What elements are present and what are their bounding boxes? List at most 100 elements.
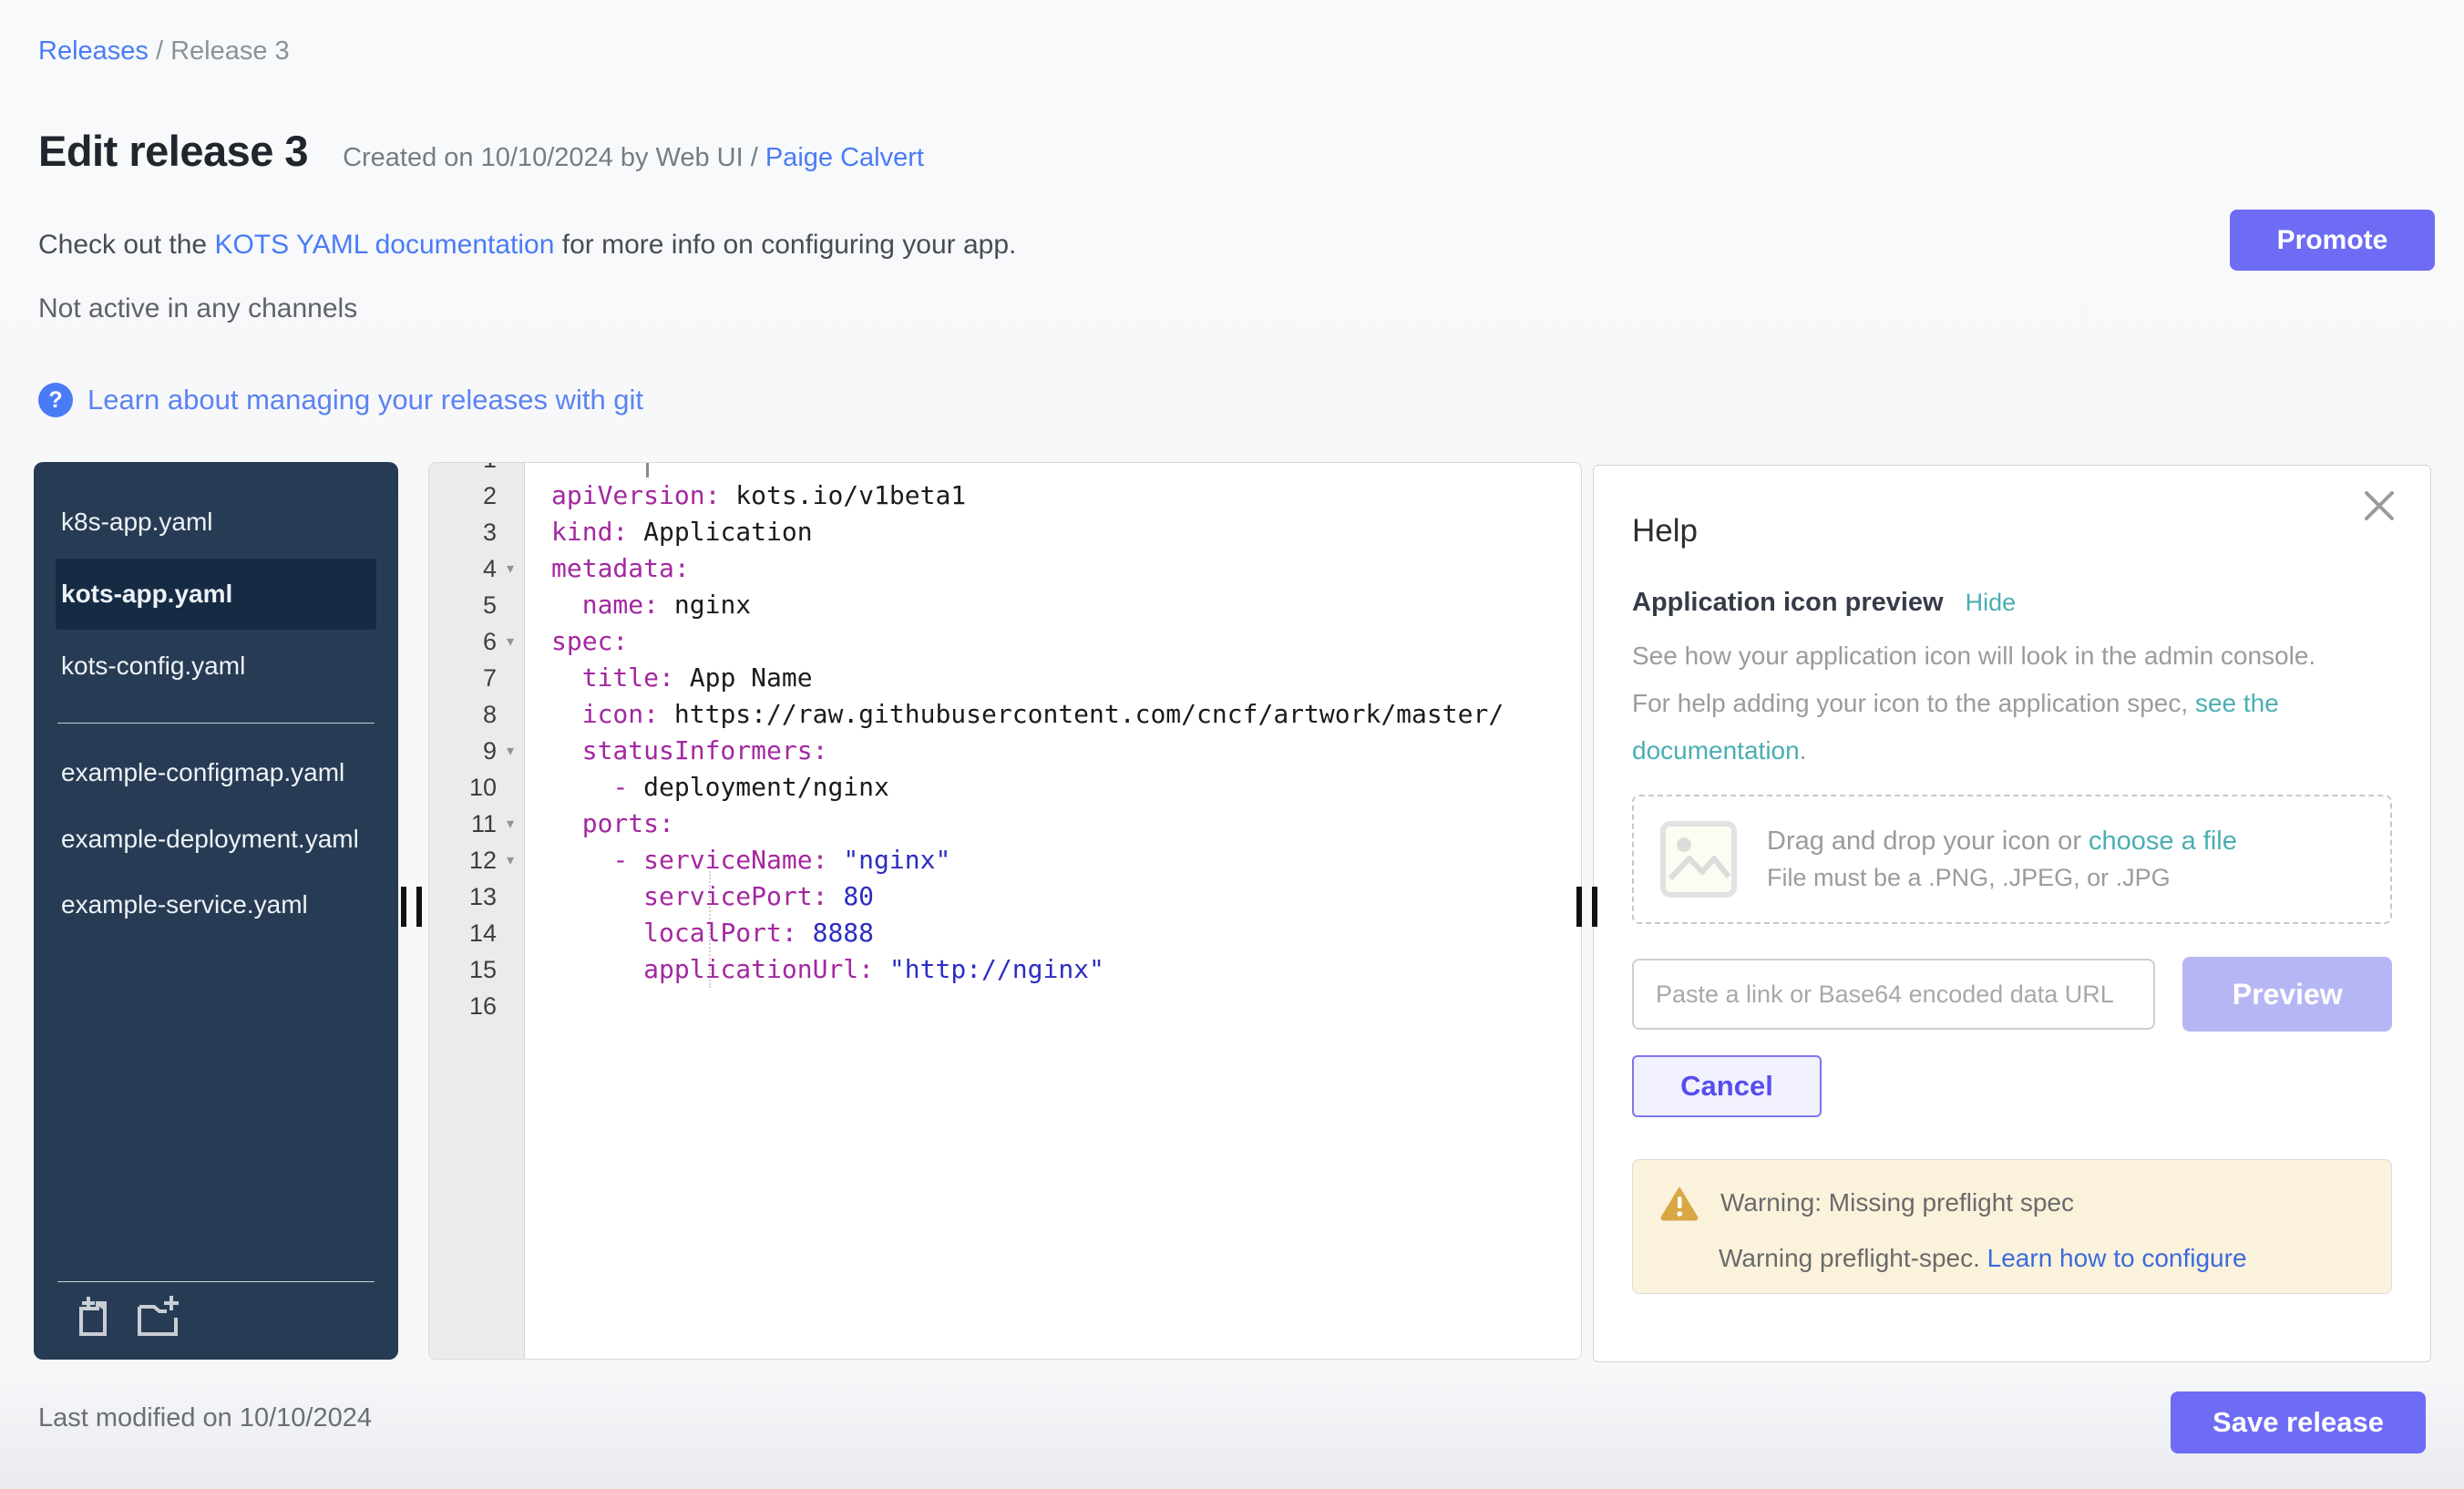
- channel-status-text: Not active in any channels: [38, 293, 357, 324]
- hide-link[interactable]: Hide: [1966, 589, 2017, 617]
- page-title: Edit release 3: [38, 126, 308, 176]
- gutter-line: 12▾: [429, 842, 524, 878]
- gutter-line: 10: [429, 769, 524, 806]
- edit-release-page: Releases / Release 3 Edit release 3 Crea…: [0, 0, 2464, 1489]
- author-link[interactable]: Paige Calvert: [765, 143, 924, 172]
- icon-dropzone[interactable]: Drag and drop your icon or choose a file…: [1632, 795, 2392, 924]
- warning-detail: Warning preflight-spec. Learn how to con…: [1719, 1244, 2366, 1273]
- close-icon[interactable]: [2361, 488, 2397, 524]
- intro-suffix: for more info on configuring your app.: [554, 230, 1016, 260]
- icon-url-input[interactable]: [1632, 959, 2155, 1030]
- breadcrumb-current: Release 3: [170, 36, 290, 66]
- intro-prefix: Check out the: [38, 230, 214, 260]
- gutter-line: 11▾: [429, 806, 524, 842]
- sidebar-resize-handle[interactable]: [401, 887, 426, 927]
- title-row: Edit release 3 Created on 10/10/2024 by …: [38, 126, 924, 176]
- file-item[interactable]: example-deployment.yaml: [34, 806, 398, 872]
- code-line[interactable]: icon: https://raw.githubusercontent.com/…: [526, 696, 1581, 733]
- intro-row: Check out the KOTS YAML documentation fo…: [38, 230, 1016, 261]
- dropzone-line1: Drag and drop your icon or: [1767, 827, 2089, 856]
- file-list-divider: [57, 723, 375, 724]
- warning-title: Warning: Missing preflight spec: [1720, 1188, 2074, 1217]
- kots-yaml-doc-link[interactable]: KOTS YAML documentation: [214, 230, 554, 260]
- fold-arrow-icon[interactable]: ▾: [497, 632, 524, 651]
- gutter-line: 6▾: [429, 623, 524, 660]
- file-item[interactable]: kots-app.yaml: [56, 559, 376, 630]
- git-help-row: ? Learn about managing your releases wit…: [38, 383, 643, 417]
- code-line[interactable]: apiVersion: kots.io/v1beta1: [526, 478, 1581, 514]
- help-panel: Help Application icon preview Hide See h…: [1593, 465, 2431, 1362]
- code-line[interactable]: servicePort: 80: [526, 878, 1581, 915]
- file-item[interactable]: example-service.yaml: [34, 872, 398, 938]
- file-tree-sidebar: k8s-app.yamlkots-app.yamlkots-config.yam…: [34, 462, 398, 1360]
- code-line[interactable]: spec:: [526, 623, 1581, 660]
- breadcrumb-releases-link[interactable]: Releases: [38, 36, 149, 66]
- gutter-line: 13: [429, 878, 524, 915]
- gutter-line: 16: [429, 988, 524, 1024]
- gutter-line: 7: [429, 660, 524, 696]
- last-modified-text: Last modified on 10/10/2024: [38, 1403, 372, 1433]
- gutter-line: 4▾: [429, 550, 524, 587]
- preview-button[interactable]: Preview: [2182, 957, 2392, 1032]
- warning-configure-link[interactable]: Learn how to configure: [1987, 1244, 2247, 1272]
- code-line[interactable]: - serviceName: "nginx": [526, 842, 1581, 878]
- question-circle-icon: ?: [38, 383, 73, 417]
- gutter-line: 14: [429, 915, 524, 951]
- git-releases-link[interactable]: Learn about managing your releases with …: [87, 384, 643, 416]
- file-list: k8s-app.yamlkots-app.yamlkots-config.yam…: [34, 489, 398, 938]
- image-placeholder-icon: [1659, 820, 1738, 899]
- icon-url-row: Preview: [1632, 957, 2392, 1032]
- promote-button[interactable]: Promote: [2230, 210, 2435, 271]
- cancel-button[interactable]: Cancel: [1632, 1055, 1822, 1117]
- file-item[interactable]: example-configmap.yaml: [34, 740, 398, 806]
- gutter-line: 5: [429, 587, 524, 623]
- editor-code-area[interactable]: ---apiVersion: kots.io/v1beta1kind: Appl…: [526, 463, 1581, 1359]
- code-line[interactable]: statusInformers:: [526, 733, 1581, 769]
- preflight-warning-box: Warning: Missing preflight spec Warning …: [1632, 1159, 2392, 1294]
- code-line[interactable]: - deployment/nginx: [526, 769, 1581, 806]
- save-release-button[interactable]: Save release: [2171, 1391, 2426, 1453]
- add-folder-icon[interactable]: [136, 1296, 183, 1340]
- created-meta: Created on 10/10/2024 by Web UI / Paige …: [343, 143, 924, 173]
- gutter-line: 2: [429, 478, 524, 514]
- breadcrumb-separator: /: [149, 36, 170, 66]
- file-tree-footer: [34, 1281, 398, 1360]
- add-file-icon[interactable]: [72, 1296, 110, 1340]
- code-line[interactable]: name: nginx: [526, 587, 1581, 623]
- gutter-line: 9▾: [429, 733, 524, 769]
- choose-file-link[interactable]: choose a file: [2089, 827, 2237, 856]
- code-line[interactable]: applicationUrl: "http://nginx": [526, 951, 1581, 988]
- code-line[interactable]: ports:: [526, 806, 1581, 842]
- code-line[interactable]: [526, 988, 1581, 1024]
- gutter-line: 1: [429, 463, 524, 478]
- gutter-line: 3: [429, 514, 524, 550]
- fold-arrow-icon[interactable]: ▾: [497, 560, 524, 578]
- editor-code-lines: ---apiVersion: kots.io/v1beta1kind: Appl…: [526, 462, 1581, 1024]
- fold-arrow-icon[interactable]: ▾: [497, 815, 524, 833]
- fold-arrow-icon[interactable]: ▾: [497, 851, 524, 869]
- icon-preview-title: Application icon preview: [1632, 588, 1944, 618]
- help-body-text: See how your application icon will look …: [1632, 632, 2343, 775]
- file-item[interactable]: k8s-app.yaml: [34, 489, 398, 555]
- dropzone-line2: File must be a .PNG, .JPEG, or .JPG: [1767, 864, 2237, 892]
- gutter-line: 8: [429, 696, 524, 733]
- fold-arrow-icon[interactable]: ▾: [497, 742, 524, 760]
- file-item[interactable]: kots-config.yaml: [34, 633, 398, 699]
- editor-gutter: 1234▾56▾789▾1011▾12▾13141516: [429, 463, 525, 1359]
- warning-detail-text: Warning preflight-spec.: [1719, 1244, 1987, 1272]
- dropzone-text: Drag and drop your icon or choose a file…: [1767, 827, 2237, 892]
- code-line[interactable]: title: App Name: [526, 660, 1581, 696]
- created-text: Created on 10/10/2024 by Web UI /: [343, 143, 765, 172]
- gutter-line: 15: [429, 951, 524, 988]
- code-line[interactable]: kind: Application: [526, 514, 1581, 550]
- editor-gutter-lines: 1234▾56▾789▾1011▾12▾13141516: [429, 463, 524, 1024]
- breadcrumb: Releases / Release 3: [38, 36, 290, 67]
- code-line[interactable]: metadata:: [526, 550, 1581, 587]
- code-line[interactable]: localPort: 8888: [526, 915, 1581, 951]
- yaml-editor: 1234▾56▾789▾1011▾12▾13141516 ---apiVersi…: [428, 462, 1582, 1360]
- warning-triangle-icon: [1658, 1184, 1700, 1222]
- help-resize-handle[interactable]: [1576, 887, 1602, 927]
- help-section-row: Application icon preview Hide: [1632, 588, 2392, 618]
- help-body-suffix: .: [1800, 736, 1807, 765]
- code-line[interactable]: ---: [526, 462, 1581, 478]
